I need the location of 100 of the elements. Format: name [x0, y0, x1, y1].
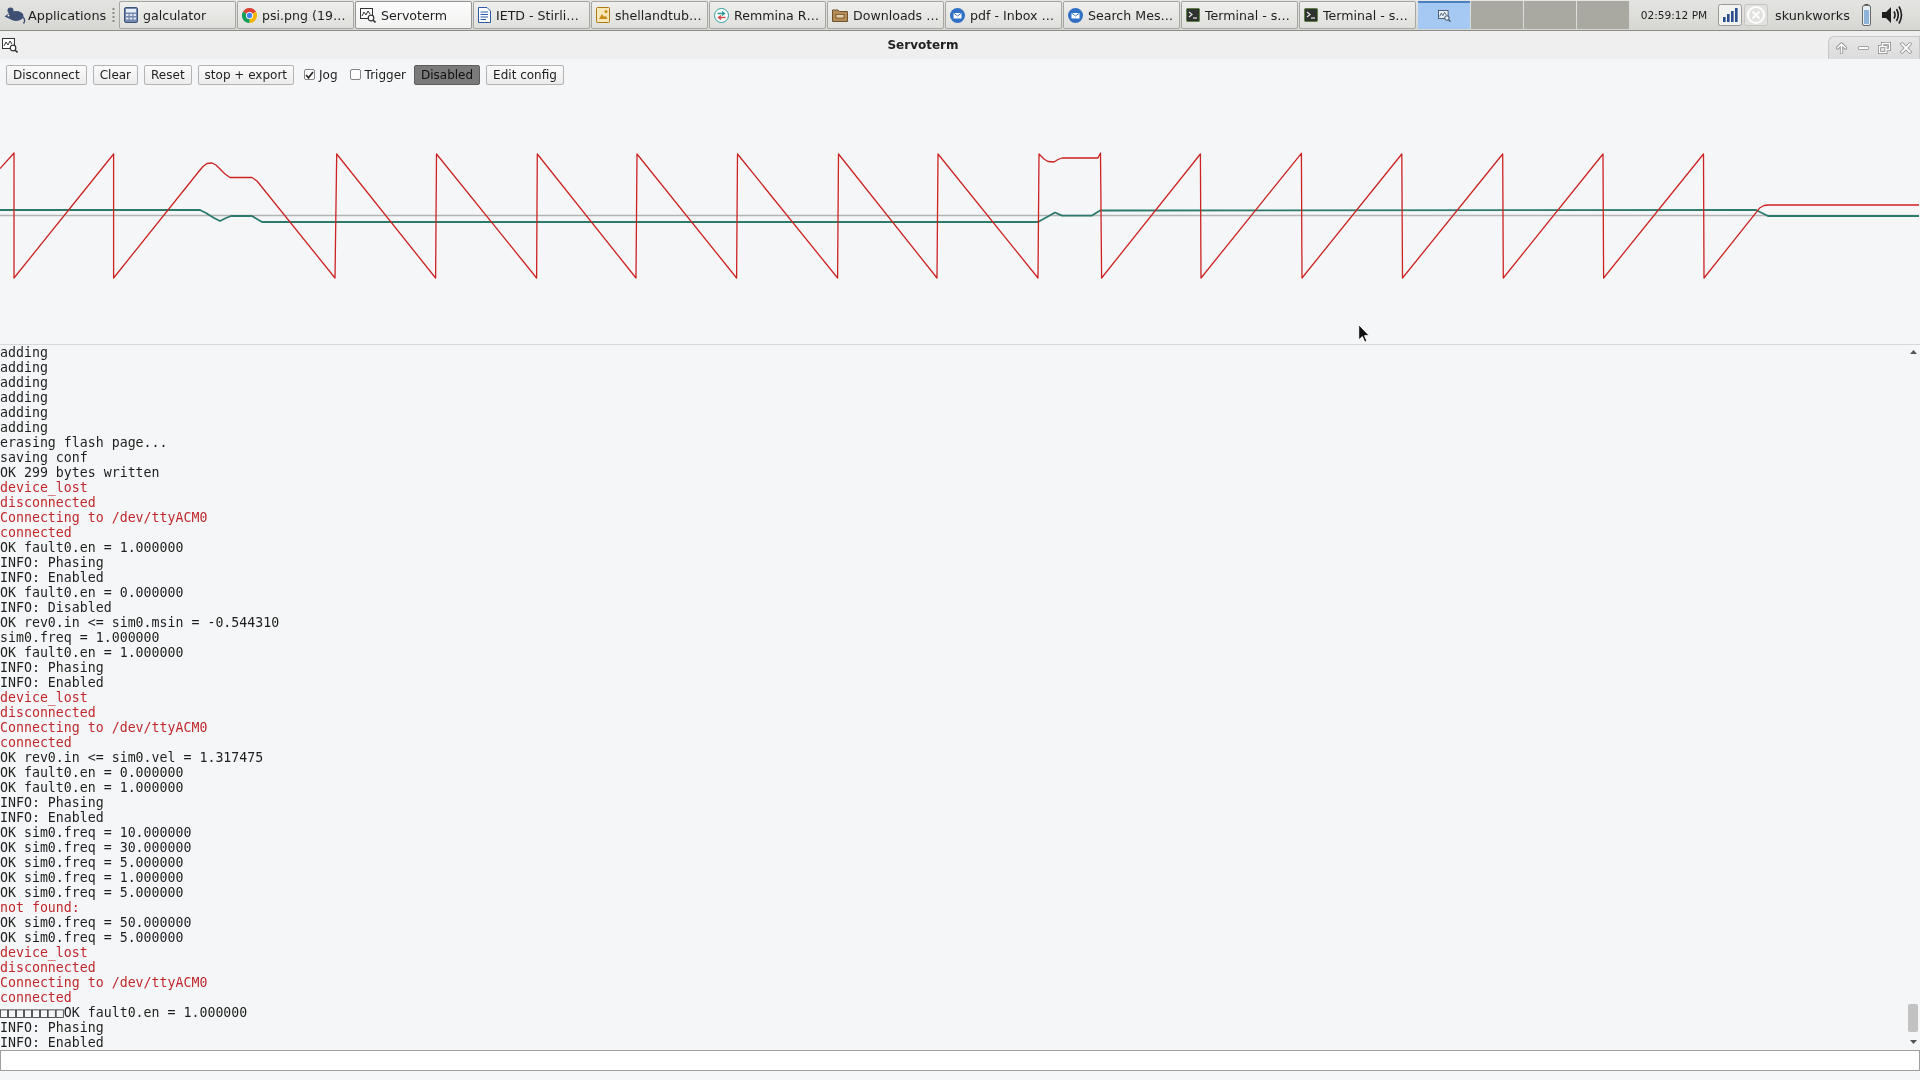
scroll-up-arrow-icon[interactable]: [1909, 350, 1917, 354]
drag-handle-icon: [112, 7, 115, 23]
log-line: OK rev0.in <= sim0.vel = 1.317475: [0, 750, 264, 765]
log-line: OK sim0.freq = 5.000000: [0, 885, 184, 900]
log-line: adding: [0, 345, 48, 360]
log-line: INFO: Enabled: [0, 675, 104, 690]
log-line: saving conf: [0, 450, 88, 465]
toolbar-button[interactable]: Reset: [144, 64, 192, 85]
log-line: INFO: Enabled: [0, 570, 104, 585]
log-line: adding: [0, 375, 48, 390]
log-line: INFO: Enabled: [0, 810, 104, 825]
taskbar-button[interactable]: psi.png (19…: [237, 1, 354, 29]
log-line: OK sim0.freq = 10.000000: [0, 825, 192, 840]
log-line: Connecting to /dev/ttyACM0: [0, 975, 208, 990]
chart-magnifier-icon: [2, 37, 18, 53]
battery-icon[interactable]: [1861, 4, 1871, 26]
taskbar-button[interactable]: Search Mes…: [1063, 1, 1180, 29]
taskbar-button[interactable]: Downloads …: [827, 1, 944, 29]
checkmark-icon: [305, 70, 315, 79]
log-line: INFO: Phasing: [0, 555, 104, 570]
scroll-down-arrow-icon[interactable]: [1909, 1040, 1917, 1044]
checkbox[interactable]: [304, 69, 316, 80]
log-line: sim0.freq = 1.000000: [0, 630, 160, 645]
envelope-icon: [1068, 7, 1083, 23]
log-line: connected: [0, 525, 72, 540]
log-line: INFO: Phasing: [0, 1020, 104, 1035]
chart-magnifier-icon: [360, 7, 376, 23]
mouse-icon: [4, 6, 26, 24]
checkbox-label[interactable]: Jog: [319, 67, 338, 82]
folder-icon: [832, 8, 848, 22]
taskbar-button[interactable]: pdf - Inbox …: [945, 1, 1062, 29]
log-line: connected: [0, 990, 72, 1005]
log-line: not found:: [0, 900, 80, 915]
checkbox[interactable]: [349, 69, 361, 80]
log-line: OK sim0.freq = 30.000000: [0, 840, 192, 855]
log-line: OK 299 bytes written: [0, 465, 160, 480]
log-line: erasing flash page...: [0, 435, 168, 450]
document-icon: [478, 7, 491, 23]
envelope-icon: [950, 7, 965, 23]
log-line: OK sim0.freq = 1.000000: [0, 870, 184, 885]
log-line: device_lost: [0, 480, 88, 495]
taskbar-button[interactable]: galculator: [119, 1, 236, 29]
log-line: device_lost: [0, 945, 88, 960]
taskbar-button[interactable]: shellandtub…: [591, 1, 708, 29]
log-line: disconnected: [0, 495, 96, 510]
taskbar-button[interactable]: Remmina R…: [709, 1, 826, 29]
user-menu-button[interactable]: skunkworks: [1772, 3, 1853, 27]
taskbar-button[interactable]: IETD - Stirli…: [473, 1, 590, 29]
toolbar-button[interactable]: Disabled: [413, 64, 481, 85]
minimize-icon: [1857, 46, 1869, 50]
log-line: OK fault0.en = 0.000000: [0, 585, 184, 600]
log-line: OK fault0.en = 0.000000: [0, 765, 184, 780]
clock: 02:59:12 PM: [1639, 9, 1709, 21]
terminal-icon: [1186, 8, 1200, 22]
taskbar-button[interactable]: Terminal - s…: [1181, 1, 1298, 29]
toolbar-button[interactable]: stop + export: [197, 64, 295, 85]
log-line: OK sim0.freq = 5.000000: [0, 930, 184, 945]
workspace-button[interactable]: [1418, 1, 1470, 29]
taskbar-button[interactable]: Servoterm: [355, 1, 472, 29]
log-line: Connecting to /dev/ttyACM0: [0, 720, 208, 735]
log-line: disconnected: [0, 960, 96, 975]
log-line: connected: [0, 735, 72, 750]
log-line: adding: [0, 390, 48, 405]
log-line: adding: [0, 405, 48, 420]
scrollbar-thumb[interactable]: [1908, 1004, 1918, 1032]
maximize-icon: [1878, 42, 1892, 54]
log-line: Connecting to /dev/ttyACM0: [0, 510, 208, 525]
log-line: INFO: Phasing: [0, 795, 104, 810]
chart-magnifier-icon: [1437, 10, 1451, 22]
log-line: INFO: Phasing: [0, 660, 104, 675]
log-line: disconnected: [0, 705, 96, 720]
log-line: OK sim0.freq = 50.000000: [0, 915, 192, 930]
toolbar-button[interactable]: Clear: [92, 64, 139, 85]
circular-arrows-icon: [714, 7, 729, 23]
speaker-icon[interactable]: [1880, 5, 1903, 25]
window-title: Servoterm: [887, 38, 959, 52]
log-line: adding: [0, 360, 48, 375]
log-line: INFO: Enabled: [0, 1035, 104, 1050]
log-line: OK rev0.in <= sim0.msin = -0.544310: [0, 615, 280, 630]
log-line: □□□□□□□□OK fault0.en = 1.000000: [0, 1005, 248, 1020]
checkbox-label[interactable]: Trigger: [364, 67, 406, 82]
command-input[interactable]: [0, 1050, 1920, 1071]
toolbar-button[interactable]: Edit config: [486, 64, 564, 85]
log-line: OK fault0.en = 1.000000: [0, 540, 184, 555]
applications-menu-button[interactable]: Applications: [0, 1, 110, 29]
segmented-circle-icon: [242, 7, 257, 23]
calculator-icon: [124, 7, 138, 23]
terminal-icon: [1304, 8, 1318, 22]
log-line: OK sim0.freq = 5.000000: [0, 855, 184, 870]
taskbar-button[interactable]: Terminal - s…: [1299, 1, 1416, 29]
signal-bars-icon[interactable]: [1718, 4, 1742, 26]
toolbar-button[interactable]: Disconnect: [6, 64, 87, 85]
up-arrow-icon: [1836, 42, 1848, 54]
log-line: OK fault0.en = 1.000000: [0, 645, 184, 660]
log-line: adding: [0, 420, 48, 435]
log-line: OK fault0.en = 1.000000: [0, 780, 184, 795]
log-line: device_lost: [0, 690, 88, 705]
close-icon: [1900, 42, 1913, 54]
log-line: INFO: Disabled: [0, 600, 112, 615]
image-file-icon: [596, 7, 610, 23]
